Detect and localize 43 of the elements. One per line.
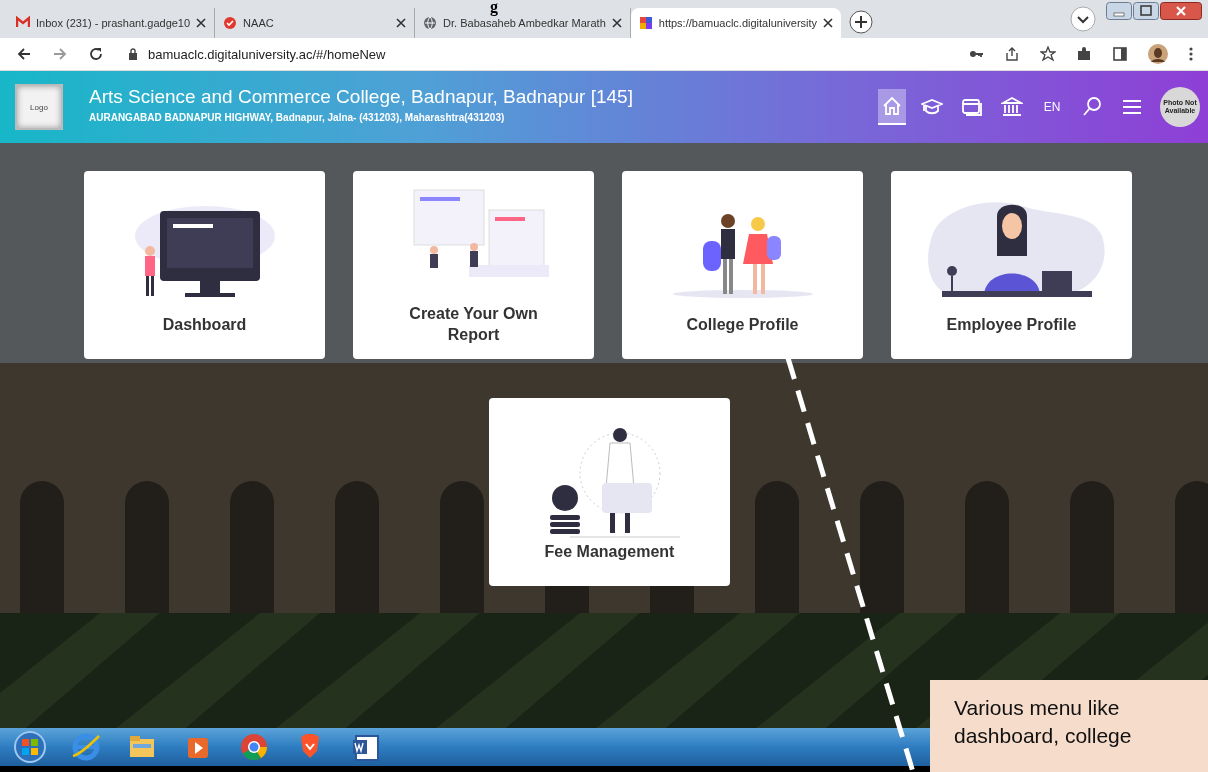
back-icon[interactable] [16,46,32,62]
close-icon[interactable] [611,18,622,28]
globe-icon [423,16,438,30]
lock-icon [128,48,138,60]
logo-text: Logo [30,102,48,112]
reload-icon[interactable] [88,46,104,62]
forward-icon[interactable] [52,46,68,62]
language-button[interactable]: EN [1038,89,1066,125]
menu-card[interactable]: Fee Management [489,398,730,586]
search-icon[interactable] [1081,96,1103,118]
annotation-note: Various menu like dashboard, college [930,680,1208,772]
tab-title: https://bamuaclc.digitaluniversity [658,17,818,29]
mail-icon [16,16,30,30]
share-icon[interactable] [1004,46,1020,62]
close-icon[interactable] [823,18,834,28]
address-field[interactable]: bamuaclc.digitaluniversity.ac/#/homeNew [128,46,948,62]
sidebar-icon[interactable] [1112,46,1128,62]
puzzle-icon[interactable] [1076,46,1092,62]
grid-icon [638,16,653,30]
tab-title: Inbox (231) - prashant.gadge10 [36,17,191,29]
menu-card[interactable]: College Profile [622,171,863,359]
menu-card[interactable]: Dashboard [84,171,325,359]
cards-icon[interactable] [961,96,983,118]
browser-tab[interactable]: https://bamuaclc.digitaluniversity [630,8,842,38]
close-icon[interactable] [396,18,407,28]
more-icon[interactable] [1188,46,1194,62]
tab-title: NAAC [243,17,275,29]
minimize-icon[interactable] [1106,2,1132,20]
college-address: AURANGABAD BADNAPUR HIGHWAY, Badnapur, Jalna- (431203), Maharashtra(431203) [89,111,506,123]
menu-card[interactable]: Create Your Own Report [353,171,594,359]
bank-icon[interactable] [1001,96,1023,118]
tab-title: Dr. Babasaheb Ambedkar Marath [443,17,606,29]
dropdown-icon[interactable] [1070,6,1096,32]
profile-avatar-icon[interactable] [1148,44,1168,64]
close-icon[interactable] [1160,2,1202,20]
college-title: Arts Science and Commerce College, Badnapur, Badnapur [145] [89,84,633,109]
start-orb-icon[interactable] [12,730,48,764]
new-tab-icon[interactable] [849,10,874,34]
maximize-icon[interactable] [1133,2,1159,20]
badge-icon [223,16,238,30]
close-icon[interactable] [196,18,207,28]
star-icon[interactable] [1040,46,1056,62]
menu-card[interactable]: Employee Profile [891,171,1132,359]
